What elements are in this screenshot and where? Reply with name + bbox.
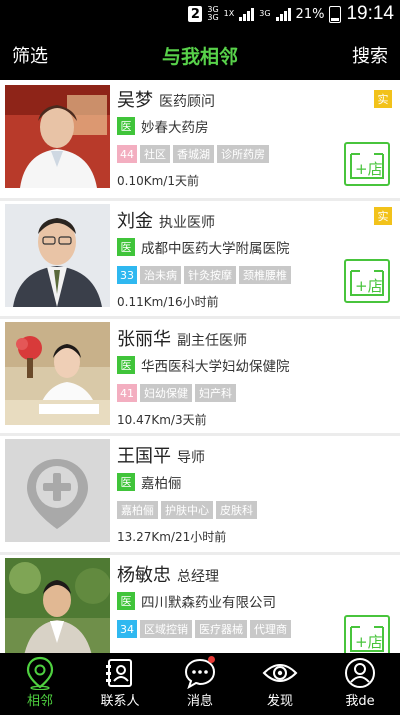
contact-title: 执业医师	[159, 215, 215, 231]
store-icon: +店	[350, 626, 384, 652]
tag: 区域控销	[140, 620, 192, 638]
list-item[interactable]: 杨敏忠 总经理 医 四川默森药业有限公司 34 区域控销 医疗器械 代理商 +店	[0, 555, 400, 653]
tab-messages[interactable]: 消息	[160, 653, 240, 715]
tag: 香城湖	[173, 145, 214, 163]
tag: 代理商	[250, 620, 291, 638]
count-badge: 44	[117, 145, 137, 163]
avatar	[5, 204, 110, 307]
tag: 诊所药房	[217, 145, 269, 163]
contact-title: 总经理	[177, 569, 219, 585]
tag-row: 41 妇幼保健 妇产科	[117, 383, 392, 403]
status-bar: 2 3G 3G 1X 3G 21% 19:14	[0, 0, 400, 28]
verified-badge: 实	[374, 90, 392, 108]
tab-label: 发现	[266, 694, 293, 709]
tab-label: 我de	[345, 694, 375, 709]
medical-badge: 医	[117, 238, 135, 256]
organization: 四川默森药业有限公司	[141, 595, 276, 611]
organization: 妙春大药房	[141, 120, 209, 136]
organization: 成都中医药大学附属医院	[141, 241, 290, 257]
list-item[interactable]: 王国平 导师 医 嘉柏俪 嘉柏俪 护肤中心 皮肤科 13.27Km/21小时前	[0, 436, 400, 552]
distance-time: 13.27Km/21小时前	[117, 530, 227, 544]
count-badge: 34	[117, 620, 137, 638]
organization: 嘉柏俪	[141, 476, 182, 492]
list-item[interactable]: 吴梦 医药顾问 医 妙春大药房 44 社区 香城湖 诊所药房 0.10Km/1天…	[0, 80, 400, 198]
unread-dot	[208, 656, 215, 663]
list-item[interactable]: 张丽华 副主任医师 医 华西医科大学妇幼保健院 41 妇幼保健 妇产科 10.4…	[0, 319, 400, 433]
tab-label: 相邻	[26, 694, 53, 709]
organization: 华西医科大学妇幼保健院	[141, 359, 290, 375]
tag: 颈椎腰椎	[239, 266, 291, 284]
count-badge: 41	[117, 384, 137, 402]
tab-label: 消息	[186, 694, 213, 709]
contact-name: 杨敏忠	[117, 565, 171, 586]
tag: 针灸按摩	[184, 266, 236, 284]
tab-discover[interactable]: 发现	[240, 653, 320, 715]
app-header: 筛选 与我相邻 搜索	[0, 28, 400, 80]
search-button[interactable]: 搜索	[352, 42, 388, 68]
avatar	[5, 85, 110, 188]
medical-badge: 医	[117, 473, 135, 491]
battery-icon	[329, 5, 342, 23]
contact-title: 医药顾问	[159, 94, 215, 110]
avatar	[5, 322, 110, 425]
tab-nearby[interactable]: 相邻	[0, 653, 80, 715]
store-icon: +店	[350, 153, 384, 179]
eye-icon	[262, 664, 298, 682]
user-icon	[345, 658, 375, 688]
signal-icon	[239, 7, 255, 21]
medical-badge: 医	[117, 117, 135, 135]
tag: 皮肤科	[216, 501, 257, 519]
signal-icon-2	[275, 7, 291, 21]
avatar	[5, 439, 110, 542]
svg-text:+店: +店	[355, 633, 383, 651]
contact-title: 导师	[177, 450, 205, 466]
network-type: 3G 3G	[207, 5, 219, 22]
sim-icon: 2	[188, 6, 203, 22]
svg-text:+店: +店	[355, 160, 383, 178]
count-badge: 33	[117, 266, 137, 284]
verified-badge: 实	[374, 207, 392, 225]
store-button[interactable]: +店	[344, 142, 390, 186]
clock: 19:14	[346, 3, 394, 24]
tab-label: 联系人	[100, 694, 140, 709]
tab-me[interactable]: 我de	[320, 653, 400, 715]
avatar	[5, 558, 110, 653]
medical-badge: 医	[117, 592, 135, 610]
battery-percent: 21%	[295, 6, 325, 22]
network-type-3: 3G	[259, 9, 271, 18]
medical-badge: 医	[117, 356, 135, 374]
distance-time: 10.47Km/3天前	[117, 413, 207, 427]
store-icon: +店	[350, 270, 384, 296]
list-item[interactable]: 刘金 执业医师 医 成都中医药大学附属医院 33 治未病 针灸按摩 颈椎腰椎 0…	[0, 201, 400, 316]
svg-text:+店: +店	[355, 277, 383, 295]
default-avatar-icon	[5, 439, 110, 542]
tag-row: 嘉柏俪 护肤中心 皮肤科	[117, 500, 392, 520]
nearby-list[interactable]: 吴梦 医药顾问 医 妙春大药房 44 社区 香城湖 诊所药房 0.10Km/1天…	[0, 80, 400, 653]
contact-title: 副主任医师	[177, 333, 247, 349]
tag: 妇产科	[195, 384, 236, 402]
contact-name: 张丽华	[117, 329, 171, 350]
tag: 医疗器械	[195, 620, 247, 638]
contact-name: 王国平	[117, 446, 171, 467]
tag: 治未病	[140, 266, 181, 284]
tag: 社区	[140, 145, 170, 163]
network-type-2: 1X	[223, 9, 235, 18]
store-button[interactable]: +店	[344, 615, 390, 653]
tag: 妇幼保健	[140, 384, 192, 402]
contacts-icon	[106, 659, 132, 687]
bottom-tab-bar: 相邻 联系人 消息 发现 我de	[0, 653, 400, 715]
contact-name: 吴梦	[117, 90, 153, 111]
contact-name: 刘金	[117, 211, 153, 232]
tab-contacts[interactable]: 联系人	[80, 653, 160, 715]
tag: 护肤中心	[161, 501, 213, 519]
page-title: 与我相邻	[161, 46, 238, 68]
location-pin-icon	[26, 656, 54, 690]
tag: 嘉柏俪	[117, 501, 158, 519]
store-button[interactable]: +店	[344, 259, 390, 303]
